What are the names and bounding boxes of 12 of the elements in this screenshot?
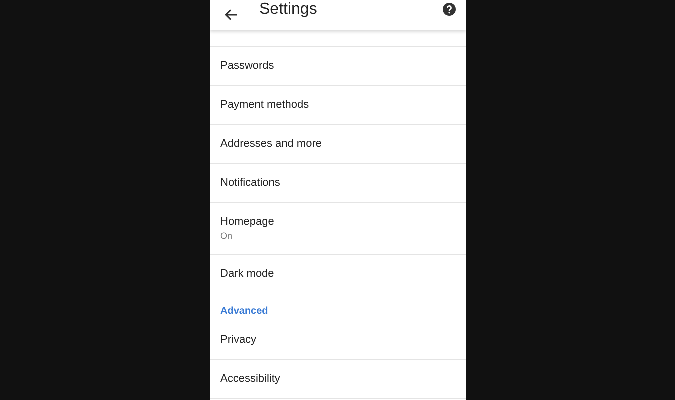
- settings-item[interactable]: Payment methods: [210, 86, 466, 125]
- settings-item[interactable]: Notifications: [210, 164, 466, 203]
- settings-item[interactable]: Dark mode: [210, 255, 466, 293]
- settings-item[interactable]: Addresses and more: [210, 125, 466, 164]
- back-arrow-icon[interactable]: [224, 8, 238, 22]
- settings-item[interactable]: Privacy: [210, 321, 466, 360]
- settings-item[interactable]: Passwords: [210, 47, 466, 86]
- help-icon[interactable]: [442, 2, 456, 16]
- settings-item[interactable]: Accessibility: [210, 360, 466, 399]
- section-header: Advanced: [220, 305, 270, 319]
- settings-item[interactable]: Homepage On: [210, 203, 466, 255]
- screen-title: Settings: [260, 1, 318, 19]
